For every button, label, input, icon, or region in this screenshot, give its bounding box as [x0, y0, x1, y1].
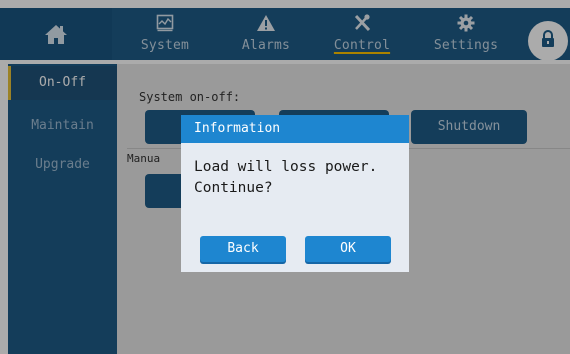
information-dialog: Information Load will loss power. Contin… — [181, 115, 409, 272]
dialog-message: Load will loss power. Continue? — [194, 159, 378, 196]
dialog-title: Information — [181, 115, 409, 143]
back-button[interactable]: Back — [200, 236, 286, 262]
ok-button[interactable]: OK — [305, 236, 391, 262]
screen: System Alarms Control Settings On-Off Ma… — [0, 0, 570, 354]
